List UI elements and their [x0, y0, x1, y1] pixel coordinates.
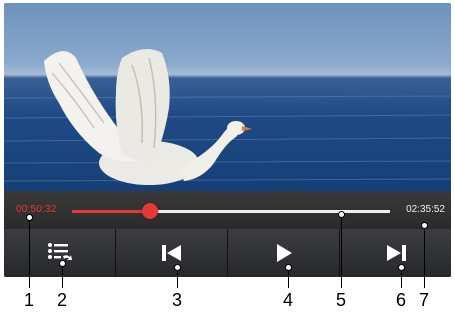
total-duration: 02:35:52: [406, 204, 445, 215]
elapsed-time: 00:50:32: [16, 204, 57, 215]
callout-line: [29, 218, 30, 288]
skip-previous-icon: [161, 245, 181, 261]
play-icon: [276, 244, 292, 262]
callout-line: [341, 216, 342, 288]
callout-dot: [26, 214, 33, 221]
callout-5: 5: [335, 290, 346, 310]
skip-next-icon: [386, 245, 406, 261]
play-button[interactable]: [228, 229, 340, 277]
callout-line: [288, 268, 289, 288]
callout-dot: [398, 264, 405, 271]
callout-line: [401, 268, 402, 288]
callout-dot: [174, 264, 181, 271]
callout-line: [177, 268, 178, 288]
callout-line: [424, 226, 425, 288]
callout-line: [62, 264, 63, 288]
callout-dot: [285, 264, 292, 271]
callout-7: 7: [418, 290, 429, 310]
callout-dot: [338, 211, 345, 218]
progress-thumb[interactable]: [141, 203, 158, 219]
progress-played: [72, 210, 150, 213]
callout-3: 3: [171, 290, 182, 310]
callout-1: 1: [23, 290, 34, 310]
callout-6: 6: [395, 290, 406, 310]
playlist-button[interactable]: [4, 229, 116, 277]
video-player: 00:50:32 02:35:52: [4, 3, 451, 277]
previous-button[interactable]: [116, 229, 228, 277]
swan-image: [4, 49, 451, 185]
video-frame[interactable]: [4, 3, 451, 191]
callout-4: 4: [282, 290, 293, 310]
callout-dot: [421, 222, 428, 229]
progress-row: 00:50:32 02:35:52: [4, 191, 451, 229]
callout-dot: [59, 260, 66, 267]
callout-2: 2: [56, 290, 67, 310]
control-bar: [4, 229, 451, 277]
next-button[interactable]: [340, 229, 451, 277]
